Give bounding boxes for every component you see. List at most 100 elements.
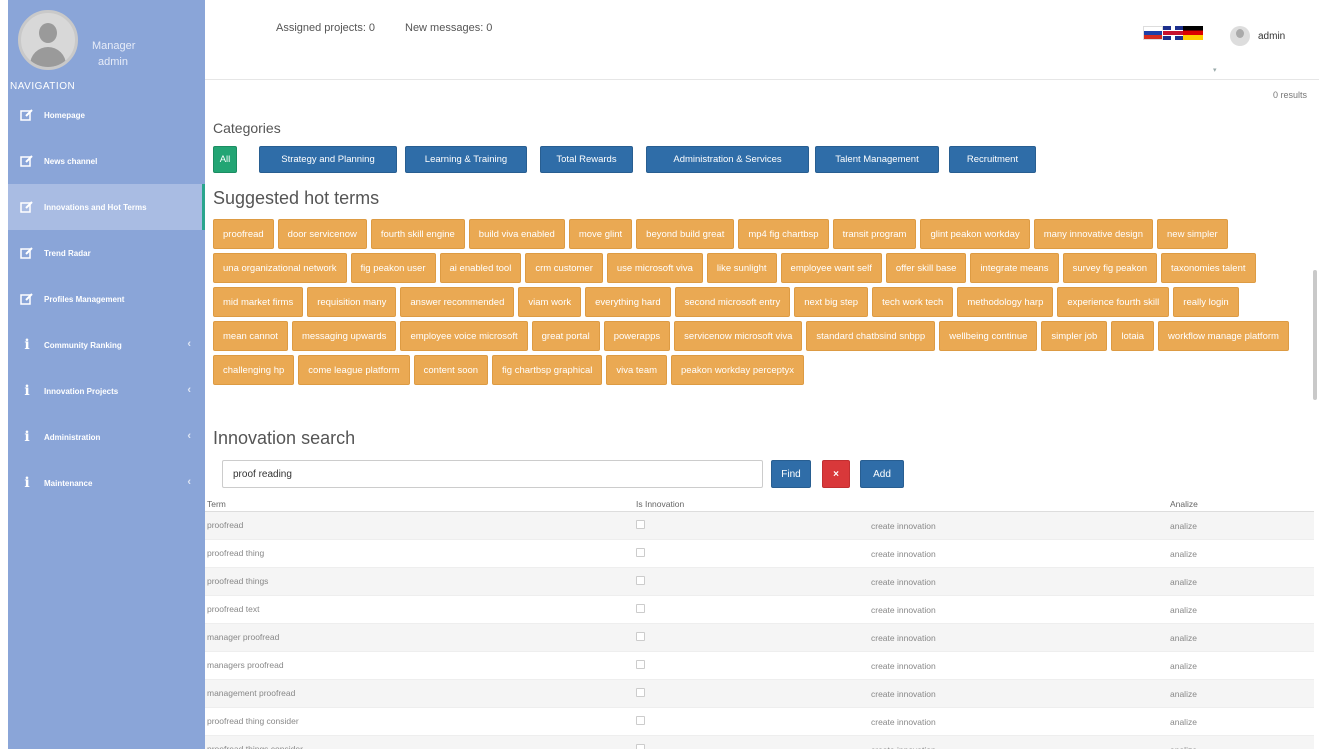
hot-term-tag[interactable]: una organizational network [213, 253, 347, 283]
hot-term-tag[interactable]: glint peakon workday [920, 219, 1030, 249]
hot-term-tag[interactable]: really login [1173, 287, 1239, 317]
create-innovation-link[interactable]: create innovation [871, 745, 936, 749]
chevron-left-icon[interactable]: ‹ [187, 384, 191, 396]
user-menu[interactable]: admin [1258, 31, 1285, 42]
is-innovation-checkbox[interactable] [636, 604, 645, 615]
hot-term-tag[interactable]: mean cannot [213, 321, 288, 351]
chevron-left-icon[interactable]: ‹ [187, 430, 191, 442]
hot-term-tag[interactable]: answer recommended [400, 287, 515, 317]
create-innovation-link[interactable]: create innovation [871, 689, 936, 699]
sidebar-item-profiles-management[interactable]: Profiles Management [8, 276, 205, 322]
analize-link[interactable]: analize [1170, 521, 1197, 531]
hot-term-tag[interactable]: come league platform [298, 355, 410, 385]
new-messages-count[interactable]: New messages: 0 [405, 22, 492, 34]
analize-link[interactable]: analize [1170, 661, 1197, 671]
hot-term-tag[interactable]: use microsoft viva [606, 253, 703, 283]
hot-term-tag[interactable]: tech work tech [872, 287, 954, 317]
sidebar-item-administration[interactable]: i Administration ‹ [8, 414, 205, 460]
chevron-left-icon[interactable]: ‹ [187, 476, 191, 488]
hot-term-tag[interactable]: everything hard [585, 287, 671, 317]
scrollbar-thumb[interactable] [1313, 270, 1317, 400]
russian-flag-icon[interactable] [1143, 26, 1163, 40]
hot-term-tag[interactable]: standard chatbsind snbpp [806, 321, 936, 351]
german-flag-icon[interactable] [1183, 26, 1203, 40]
hot-term-tag[interactable]: experience fourth skill [1057, 287, 1170, 317]
is-innovation-checkbox[interactable] [636, 576, 645, 587]
create-innovation-link[interactable]: create innovation [871, 661, 936, 671]
header-analize[interactable]: Analize [1170, 499, 1198, 509]
analize-link[interactable]: analize [1170, 605, 1197, 615]
is-innovation-checkbox[interactable] [636, 744, 645, 749]
hot-term-tag[interactable]: beyond build great [636, 219, 735, 249]
hot-term-tag[interactable]: requisition many [307, 287, 397, 317]
hot-term-tag[interactable]: offer skill base [885, 253, 967, 283]
hot-term-tag[interactable]: like sunlight [706, 253, 777, 283]
hot-term-tag[interactable]: messaging upwards [291, 321, 397, 351]
hot-term-tag[interactable]: fig peakon user [350, 253, 436, 283]
hot-term-tag[interactable]: simpler job [1041, 321, 1108, 351]
user-avatar-icon[interactable] [1230, 26, 1250, 46]
hot-term-tag[interactable]: new simpler [1157, 219, 1228, 249]
hot-term-tag[interactable]: move glint [568, 219, 633, 249]
analize-link[interactable]: analize [1170, 745, 1197, 749]
scrollbar[interactable] [1313, 0, 1317, 749]
hot-term-tag[interactable]: peakon workday perceptyx [671, 355, 805, 385]
create-innovation-link[interactable]: create innovation [871, 521, 936, 531]
hot-term-tag[interactable]: workflow manage platform [1158, 321, 1289, 351]
header-term[interactable]: Term [207, 499, 226, 509]
category-button-total-rewards[interactable]: Total Rewards [540, 146, 633, 173]
is-innovation-checkbox[interactable] [636, 688, 645, 699]
create-innovation-link[interactable]: create innovation [871, 717, 936, 727]
hot-term-tag[interactable]: crm customer [525, 253, 603, 283]
is-innovation-checkbox[interactable] [636, 660, 645, 671]
hot-term-tag[interactable]: mp4 fig chartbsp [738, 219, 829, 249]
hot-term-tag[interactable]: wellbeing continue [939, 321, 1038, 351]
category-button-all[interactable]: All [213, 146, 237, 173]
sidebar-item-community-ranking[interactable]: i Community Ranking ‹ [8, 322, 205, 368]
analize-link[interactable]: analize [1170, 577, 1197, 587]
hot-term-tag[interactable]: methodology harp [957, 287, 1054, 317]
hot-term-tag[interactable]: many innovative design [1033, 219, 1153, 249]
hot-term-tag[interactable]: integrate means [970, 253, 1059, 283]
is-innovation-checkbox[interactable] [636, 716, 645, 727]
hot-term-tag[interactable]: build viva enabled [468, 219, 565, 249]
hot-term-tag[interactable]: employee want self [780, 253, 882, 283]
is-innovation-checkbox[interactable] [636, 548, 645, 559]
find-button[interactable]: Find [771, 460, 811, 488]
category-button-talent-management[interactable]: Talent Management [815, 146, 939, 173]
category-button-strategy-and-planning[interactable]: Strategy and Planning [259, 146, 397, 173]
hot-term-tag[interactable]: next big step [794, 287, 869, 317]
hot-term-tag[interactable]: fig chartbsp graphical [492, 355, 603, 385]
create-innovation-link[interactable]: create innovation [871, 633, 936, 643]
hot-term-tag[interactable]: door servicenow [277, 219, 367, 249]
category-button-recruitment[interactable]: Recruitment [949, 146, 1036, 173]
category-button-learning-training[interactable]: Learning & Training [405, 146, 527, 173]
category-button-administration-services[interactable]: Administration & Services [646, 146, 809, 173]
sidebar-item-innovation-projects[interactable]: i Innovation Projects ‹ [8, 368, 205, 414]
assigned-projects-count[interactable]: Assigned projects: 0 [276, 22, 375, 34]
header-is-innovation[interactable]: Is Innovation [636, 499, 684, 509]
sidebar-item-homepage[interactable]: Homepage [8, 92, 205, 138]
create-innovation-link[interactable]: create innovation [871, 605, 936, 615]
sidebar-item-trend-radar[interactable]: Trend Radar [8, 230, 205, 276]
add-button[interactable]: Add [860, 460, 904, 488]
hot-term-tag[interactable]: second microsoft entry [674, 287, 791, 317]
is-innovation-checkbox[interactable] [636, 520, 645, 531]
create-innovation-link[interactable]: create innovation [871, 549, 936, 559]
clear-button[interactable]: × [822, 460, 850, 488]
sidebar-item-innovations-and-hot-terms[interactable]: Innovations and Hot Terms [8, 184, 205, 230]
search-input[interactable] [222, 460, 763, 488]
hot-term-tag[interactable]: lotaia [1111, 321, 1155, 351]
english-flag-icon[interactable] [1163, 26, 1183, 40]
hot-term-tag[interactable]: taxonomies talent [1161, 253, 1256, 283]
hot-term-tag[interactable]: viam work [518, 287, 582, 317]
hot-term-tag[interactable]: employee voice microsoft [400, 321, 528, 351]
sidebar-item-maintenance[interactable]: i Maintenance ‹ [8, 460, 205, 506]
chevron-left-icon[interactable]: ‹ [187, 338, 191, 350]
create-innovation-link[interactable]: create innovation [871, 577, 936, 587]
hot-term-tag[interactable]: mid market firms [213, 287, 304, 317]
analize-link[interactable]: analize [1170, 549, 1197, 559]
hot-term-tag[interactable]: survey fig peakon [1062, 253, 1158, 283]
analize-link[interactable]: analize [1170, 689, 1197, 699]
hot-term-tag[interactable]: fourth skill engine [370, 219, 465, 249]
